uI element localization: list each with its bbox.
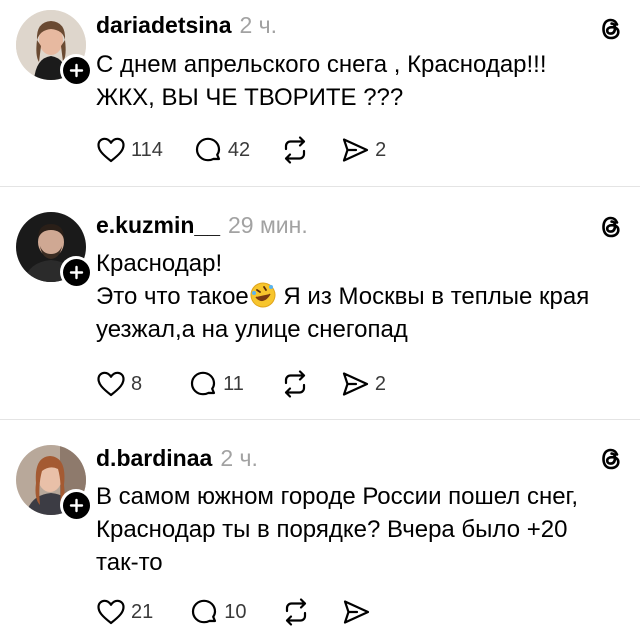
- follow-button[interactable]: [60, 54, 92, 86]
- timestamp: 29 мин.: [228, 212, 308, 238]
- post-text-line: так-то: [96, 549, 163, 576]
- post-text-line: Краснодар ты в порядке? Вчера было +20: [96, 516, 568, 543]
- plus-icon: [69, 265, 83, 279]
- heart-icon: [97, 599, 125, 625]
- timestamp: 2 ч.: [220, 445, 258, 471]
- username[interactable]: e.kuzmin__: [96, 212, 220, 239]
- post-text-line: В самом южном городе России пошел снег,: [96, 483, 579, 510]
- avatar-1-wrap[interactable]: [16, 10, 92, 86]
- post-text-line: Это что такое Я из Москвы в теплые края: [96, 280, 620, 313]
- threads-logo-icon[interactable]: [596, 212, 626, 242]
- like-button[interactable]: 114: [96, 136, 163, 164]
- likes-count: 8: [131, 372, 143, 395]
- share-icon: [343, 600, 369, 624]
- post-text-line: С днем апрельского снега , Краснодар!!!: [96, 51, 547, 78]
- heart-icon: [97, 371, 125, 397]
- comments-count: 42: [227, 138, 251, 161]
- share-icon: [342, 372, 368, 396]
- plus-icon: [69, 63, 83, 77]
- like-button[interactable]: 8: [96, 370, 142, 398]
- likes-count: 114: [131, 138, 163, 161]
- shares-count: 2: [374, 372, 387, 395]
- post-text-segment: Это что такое: [96, 283, 249, 310]
- comment-button[interactable]: 42: [193, 135, 250, 165]
- share-icon: [343, 138, 369, 162]
- comments-count: 11: [223, 372, 244, 395]
- username[interactable]: dariadetsina: [96, 12, 232, 39]
- share-button[interactable]: 2: [340, 369, 386, 399]
- follow-button[interactable]: [60, 489, 92, 521]
- shares-count: 2: [375, 138, 387, 161]
- comments-count: 10: [224, 600, 247, 623]
- post-2: e.kuzmin__ 29 мин. Краснодар! Это что та…: [0, 187, 640, 419]
- like-button[interactable]: 21: [96, 598, 153, 626]
- rofl-emoji-icon: [250, 282, 276, 308]
- post-text-line: ЖКХ, ВЫ ЧЕ ТВОРИТЕ ???: [96, 84, 404, 111]
- avatar-3-wrap[interactable]: [16, 445, 92, 521]
- timestamp: 2 ч.: [239, 12, 278, 38]
- threads-logo-icon[interactable]: [596, 14, 626, 44]
- threads-logo-icon[interactable]: [596, 444, 626, 474]
- post-text-segment: Я из Москвы в теплые края: [276, 283, 590, 310]
- comment-icon: [192, 599, 217, 624]
- likes-count: 21: [131, 600, 154, 623]
- username[interactable]: d.bardinaa: [96, 445, 212, 472]
- post-text-line: Краснодар!: [96, 250, 223, 277]
- repost-icon: [285, 598, 306, 626]
- plus-icon: [69, 498, 83, 512]
- post-1: dariadetsina 2 ч. С днем апрельского сне…: [0, 0, 640, 186]
- share-button[interactable]: [341, 597, 376, 627]
- post-3: d.bardinaa 2 ч. В самом южном городе Рос…: [0, 420, 640, 644]
- comment-icon: [191, 371, 216, 396]
- heart-icon: [97, 137, 125, 163]
- repost-icon: [284, 370, 305, 398]
- post-text-line: уезжал,а на улице снегопад: [96, 316, 408, 343]
- repost-button[interactable]: [280, 369, 310, 399]
- repost-button[interactable]: [281, 597, 311, 627]
- comment-icon: [195, 137, 220, 162]
- comment-button[interactable]: 10: [189, 597, 247, 627]
- follow-button[interactable]: [60, 256, 92, 288]
- share-button[interactable]: 2: [340, 135, 386, 165]
- avatar-2-wrap[interactable]: [16, 212, 92, 288]
- repost-icon: [285, 136, 306, 164]
- comment-button[interactable]: 11: [188, 369, 244, 399]
- repost-button[interactable]: [280, 135, 310, 165]
